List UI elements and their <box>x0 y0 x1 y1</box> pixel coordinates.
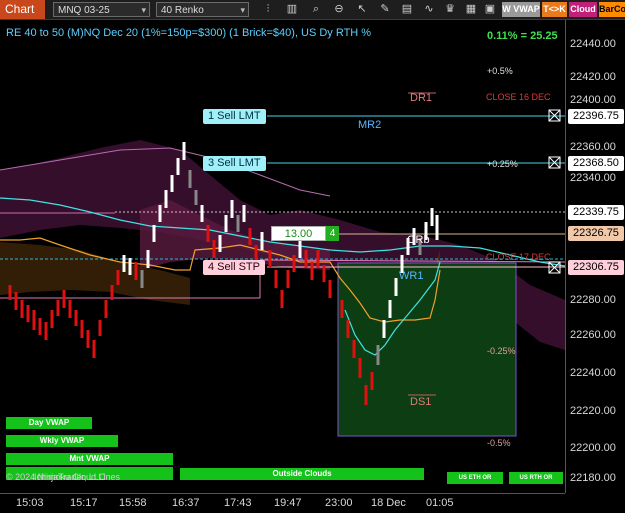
y-tick: 22400.00 <box>570 94 616 106</box>
wvwap-button[interactable]: W VWAP <box>502 2 540 17</box>
bar-type-icon[interactable]: ⫶ <box>260 2 276 17</box>
ichimoku-cloud-lines-label: Ichimoku Cloud Lines <box>34 472 121 482</box>
price-tag-kijun: 22326.75 <box>568 226 624 241</box>
y-tick: 22180.00 <box>570 472 616 484</box>
x-tick: 01:05 <box>426 497 454 509</box>
price-tag-order-1: 22396.75 <box>568 109 624 124</box>
chart-trader-icon[interactable]: ▣ <box>482 2 498 17</box>
us-rth-or-toggle[interactable]: US RTH OR <box>509 472 563 484</box>
cloud-button[interactable]: Cloud <box>569 2 597 17</box>
level-orb: ORb <box>407 234 430 246</box>
price-tag-order-3: 22368.50 <box>568 156 624 171</box>
strategies-icon[interactable]: ♛ <box>442 2 458 17</box>
wkly-vwap-toggle[interactable]: Wkly VWAP <box>6 435 118 447</box>
time-axis[interactable]: 15:03 15:17 15:58 16:37 17:43 19:47 23:0… <box>0 493 565 513</box>
y-tick: 22420.00 <box>570 71 616 83</box>
x-tick: 18 Dec <box>371 497 406 509</box>
quantity-box[interactable]: 13.00 <box>271 226 326 241</box>
x-tick: 16:37 <box>172 497 200 509</box>
price-tag-stop: 22306.75 <box>568 260 624 275</box>
y-tick: 22340.00 <box>570 172 616 184</box>
x-tick: 23:00 <box>325 497 353 509</box>
y-tick: 22260.00 <box>570 329 616 341</box>
chart-title: RE 40 to 50 (M)NQ Dec 20 (1%=150p=$300) … <box>6 27 372 39</box>
mnt-vwap-toggle[interactable]: Mnt VWAP <box>6 453 173 465</box>
order-sell-stp-4[interactable]: 4 Sell STP <box>203 260 265 275</box>
zoom-out-icon[interactable]: ⊖ <box>331 2 347 17</box>
outside-clouds-toggle[interactable]: Outside Clouds <box>180 468 424 480</box>
y-tick: 22360.00 <box>570 141 616 153</box>
x-tick: 15:03 <box>16 497 44 509</box>
y-tick: 22280.00 <box>570 294 616 306</box>
period-selector[interactable]: 40 Renko ▾ <box>156 2 249 17</box>
instrument-value: MNQ 03-25 <box>58 5 110 16</box>
close-order-icons[interactable] <box>548 109 561 274</box>
period-value: 40 Renko <box>161 5 204 16</box>
order-sell-lmt-3[interactable]: 3 Sell LMT <box>203 156 266 171</box>
level-dr1: DR1 <box>410 92 433 104</box>
y-tick: 22220.00 <box>570 405 616 417</box>
x-tick: 15:17 <box>70 497 98 509</box>
chart-toolbar: Chart MNQ 03-25 ▾ 40 Renko ▾ ⫶ ▥ ⌕ ⊖ ↖ ✎… <box>0 0 625 20</box>
chart-style-icon[interactable]: ▥ <box>284 2 300 17</box>
price-tag-last: 22339.75 <box>568 205 624 220</box>
level-minus-025: -0.25% <box>487 346 516 356</box>
day-vwap-toggle[interactable]: Day VWAP <box>6 417 92 429</box>
close-17-dec-label: CLOSE 17 DEC <box>486 252 551 262</box>
chevron-down-icon: ▾ <box>240 5 245 15</box>
cursor-icon[interactable]: ↖ <box>354 2 370 17</box>
drawing-tools-icon[interactable]: ✎ <box>377 2 393 17</box>
level-ds1: DS1 <box>410 396 432 408</box>
order-sell-lmt-1[interactable]: 1 Sell LMT <box>203 109 266 124</box>
level-wr1: WR1 <box>399 270 424 282</box>
x-tick: 15:58 <box>119 497 147 509</box>
templates-icon[interactable]: ▦ <box>463 2 479 17</box>
x-tick: 19:47 <box>274 497 302 509</box>
chart-window: Chart MNQ 03-25 ▾ 40 Renko ▾ ⫶ ▥ ⌕ ⊖ ↖ ✎… <box>0 0 625 513</box>
percent-change: 0.11% = 25.25 <box>487 30 558 42</box>
tk-button[interactable]: T<>K <box>542 2 567 17</box>
barco-button[interactable]: BarCo <box>599 2 625 17</box>
instrument-selector[interactable]: MNQ 03-25 ▾ <box>53 2 150 17</box>
y-tick: 22240.00 <box>570 367 616 379</box>
y-tick: 22200.00 <box>570 442 616 454</box>
chart-tab[interactable]: Chart <box>0 0 45 19</box>
chevron-down-icon: ▾ <box>141 5 146 15</box>
level-minus-05: -0.5% <box>487 438 511 448</box>
level-plus-025: +0.25% <box>487 159 518 169</box>
level-mr2: MR2 <box>358 119 382 131</box>
us-eth-or-toggle[interactable]: US ETH OR <box>447 472 503 484</box>
y-tick: 22440.00 <box>570 38 616 50</box>
price-axis[interactable]: 22440.00 22420.00 22400.00 22360.00 2234… <box>565 20 625 493</box>
x-tick: 17:43 <box>224 497 252 509</box>
position-count: 4 <box>326 226 339 241</box>
indicators-icon[interactable]: ∿ <box>421 2 437 17</box>
level-plus-05: +0.5% <box>487 66 513 76</box>
close-16-dec-label: CLOSE 16 DEC <box>486 92 551 102</box>
properties-icon[interactable]: ▤ <box>399 2 415 17</box>
zoom-icon[interactable]: ⌕ <box>308 2 324 17</box>
